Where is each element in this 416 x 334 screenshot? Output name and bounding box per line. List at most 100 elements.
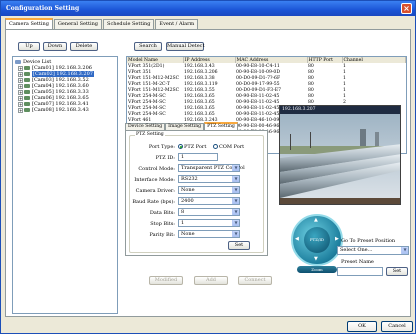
camera-icon [24, 102, 30, 106]
device-list-tree: Device List + [Cam01] 192.168.3.206 + [C… [12, 56, 118, 314]
ptz-setting-group: PTZ Setting Port Type: PTZ Port COM Port… [129, 132, 265, 253]
connect-button[interactable]: Connect [238, 276, 272, 285]
camera-icon [24, 108, 30, 112]
port-type-options: PTZ Port COM Port [178, 144, 244, 150]
control-mode-row: Control Mode: Transparent PTZ Control ▼ [130, 164, 265, 174]
chevron-down-icon[interactable]: ▼ [232, 165, 239, 171]
interface-mode-label: Interface Mode: [134, 177, 175, 183]
pan-left-icon[interactable]: ◀ [295, 236, 299, 242]
device-label: [Cam08] 192.168.3.43 [32, 107, 89, 113]
com-port-label: COM Port [218, 144, 245, 150]
tab-image-setting[interactable]: Image Setting [165, 123, 205, 130]
expand-icon[interactable]: + [18, 95, 23, 101]
close-icon[interactable]: × [401, 3, 412, 14]
camera-icon [24, 96, 30, 100]
chevron-down-icon[interactable]: ▼ [232, 198, 239, 204]
tab-general-setting[interactable]: General Setting [53, 19, 103, 29]
tab-camera-setting[interactable]: Camera Setting [5, 18, 53, 29]
window-title: Configuration Setting [6, 5, 80, 12]
com-port-radio[interactable] [212, 144, 218, 149]
camera-driver-row: Camera Driver: None ▼ [130, 186, 265, 196]
control-mode-label: Control Mode: [138, 166, 175, 172]
expand-icon[interactable]: + [18, 83, 23, 89]
search-button[interactable]: Search [134, 42, 162, 51]
stop-bits-select[interactable]: 1 ▼ [178, 219, 240, 227]
interface-mode-value: RS232 [181, 176, 198, 182]
cancel-button[interactable]: Cancel [381, 321, 413, 332]
ptz-port-radio[interactable] [178, 144, 183, 149]
data-bits-label: Data Bits: [149, 210, 175, 216]
modified-button[interactable]: Modified [149, 276, 183, 285]
camera-icon [24, 72, 30, 76]
cell: VPort 151-M12-M2SC [128, 75, 180, 81]
chevron-down-icon[interactable]: ▼ [232, 176, 239, 182]
goto-preset-select[interactable]: Select One... ▼ [337, 246, 409, 255]
preset-set-button[interactable]: Set [386, 267, 408, 276]
control-mode-select[interactable]: Transparent PTZ Control ▼ [178, 164, 245, 172]
ptz-id-field[interactable]: 1 [178, 153, 218, 161]
port-type-row: Port Type: PTZ Port COM Port [130, 142, 265, 152]
pan-right-icon[interactable]: ▶ [335, 236, 339, 242]
ptz-port-label: PTZ Port [184, 144, 207, 150]
device-sub-tabs: Device Setting Image Setting PTZ Setting [125, 122, 238, 130]
pan-up-icon[interactable]: ▲ [314, 217, 318, 223]
camera-driver-label: Camera Driver: [135, 188, 175, 194]
chevron-down-icon[interactable]: ▼ [401, 247, 408, 254]
chevron-down-icon[interactable]: ▼ [232, 220, 239, 226]
zoom-control[interactable]: Zoom [297, 266, 337, 273]
chevron-down-icon[interactable]: ▼ [232, 209, 239, 215]
chevron-down-icon[interactable]: ▼ [232, 187, 239, 193]
ok-button[interactable]: OK [347, 321, 377, 332]
baud-rate-row: Baud Rate (bps): 2400 ▼ [130, 197, 265, 207]
tab-device-setting[interactable]: Device Setting [125, 123, 166, 130]
expand-icon[interactable]: + [18, 89, 23, 95]
camera-icon [24, 66, 30, 70]
ptz-home-button[interactable]: PTZ/ID [304, 227, 330, 253]
camera-icon [24, 84, 30, 88]
data-bits-select[interactable]: 8 ▼ [178, 208, 240, 216]
ptz-set-button[interactable]: Set [228, 241, 250, 250]
parity-bit-select[interactable]: None ▼ [178, 230, 240, 238]
video-title-bar: 192.168.3.207 [280, 106, 400, 114]
computer-icon [15, 60, 21, 64]
video-preview[interactable]: 192.168.3.207 [279, 105, 401, 205]
interface-mode-select[interactable]: RS232 ▼ [178, 175, 240, 183]
manual-detect-button[interactable]: Manual Detect [166, 42, 204, 51]
delete-button[interactable]: Delete [70, 42, 98, 51]
chevron-down-icon[interactable]: ▼ [232, 231, 239, 237]
up-button[interactable]: Up [18, 42, 40, 51]
expand-icon[interactable]: + [18, 71, 23, 77]
camera-driver-select[interactable]: None ▼ [178, 186, 240, 194]
preset-name-input[interactable] [337, 267, 383, 276]
stop-bits-row: Stop Bits: 1 ▼ [130, 219, 265, 229]
main-tabs: Camera Setting General Setting Schedule … [5, 18, 199, 29]
camera-icon [24, 78, 30, 82]
group-title: PTZ Setting [135, 132, 165, 137]
parity-bit-row: Parity Bit: None ▼ [130, 230, 265, 240]
expand-icon[interactable]: + [18, 65, 23, 71]
ptz-id-label: PTZ ID: [155, 155, 175, 161]
baud-rate-value: 2400 [181, 198, 194, 204]
ptz-id-row: PTZ ID: 1 [130, 153, 265, 163]
expand-icon[interactable]: + [18, 107, 23, 113]
tab-event-alarm[interactable]: Event / Alarm [155, 19, 199, 29]
baud-rate-label: Baud Rate (bps): [132, 199, 175, 205]
expand-icon[interactable]: + [18, 101, 23, 107]
interface-mode-row: Interface Mode: RS232 ▼ [130, 175, 265, 185]
tree-item[interactable]: + [Cam08] 192.168.3.43 [15, 107, 115, 113]
stop-bits-label: Stop Bits: [150, 221, 175, 227]
add-button[interactable]: Add [194, 276, 228, 285]
pan-down-icon[interactable]: ▼ [314, 256, 318, 262]
parity-bit-label: Parity Bit: [149, 232, 175, 238]
tab-schedule-setting[interactable]: Schedule Setting [103, 19, 155, 29]
baud-rate-select[interactable]: 2400 ▼ [178, 197, 240, 205]
goto-preset-label: Go To Preset Position [341, 238, 396, 244]
preset-name-label: Preset Name [341, 259, 374, 265]
data-bits-value: 8 [181, 209, 185, 215]
parity-bit-value: None [181, 231, 195, 237]
title-bar: Configuration Setting × [1, 1, 415, 16]
ptz-control-pad[interactable]: ▲ ▼ ◀ ▶ PTZ/ID [291, 214, 343, 266]
tab-ptz-setting[interactable]: PTZ Setting [204, 122, 238, 130]
down-button[interactable]: Down [43, 42, 67, 51]
expand-icon[interactable]: + [18, 77, 23, 83]
